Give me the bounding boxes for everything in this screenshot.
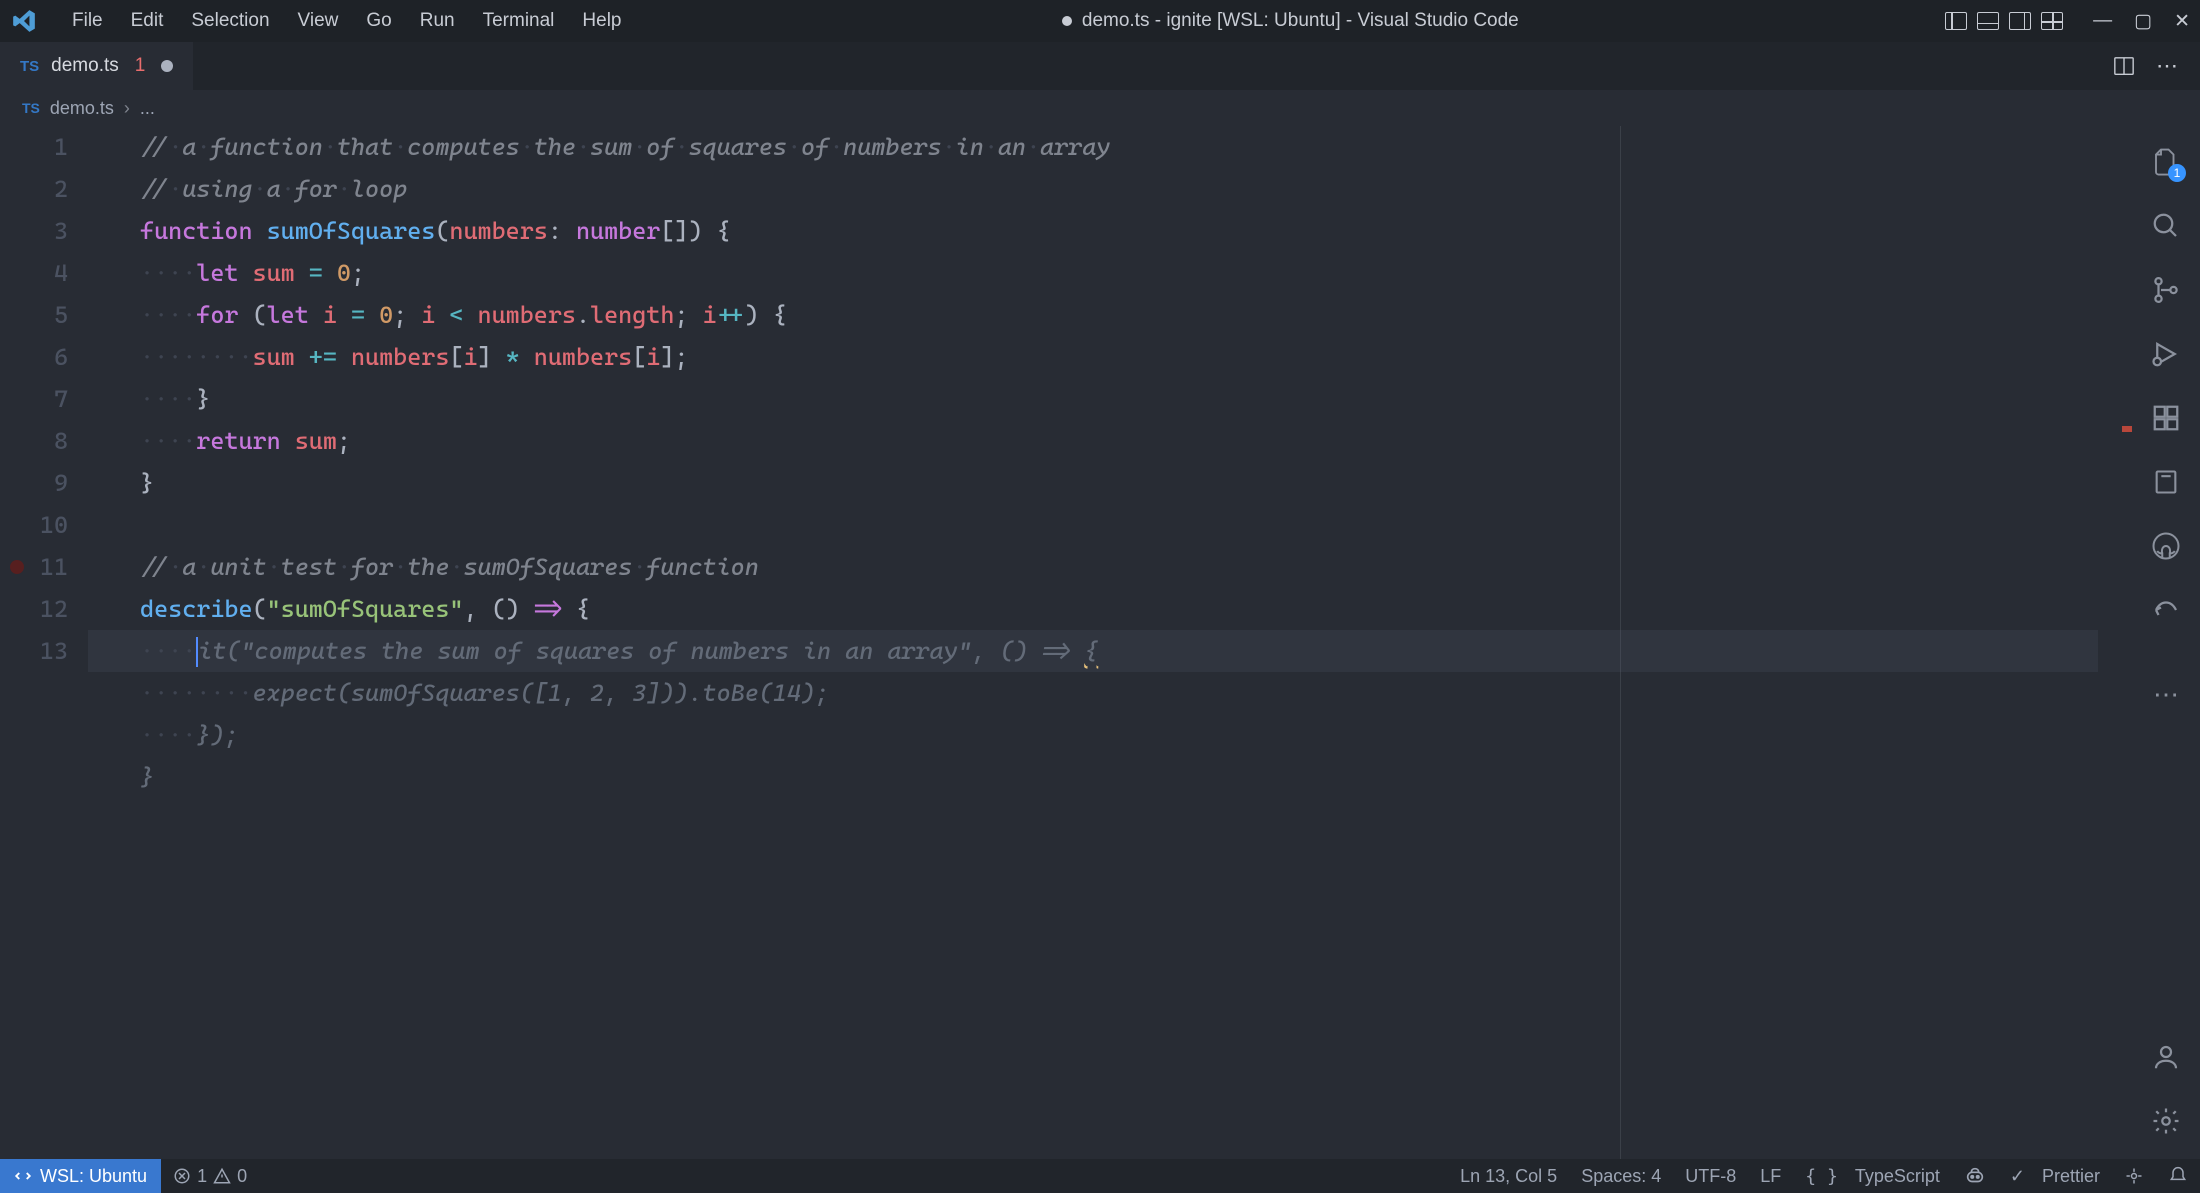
warning-count: 0 [237,1166,247,1187]
source-control-icon[interactable] [2148,272,2184,308]
error-count: 1 [197,1166,207,1187]
code-line-2[interactable]: //·using·a·for·loop [140,168,2072,210]
code-line-9[interactable]: } [140,462,2072,504]
indentation[interactable]: Spaces: 4 [1569,1166,1673,1187]
window-controls: — ▢ ✕ [2093,10,2190,33]
status-bar: WSL: Ubuntu 1 0 Ln 13, Col 5 Spaces: 4 U… [0,1159,2200,1193]
remote-explorer-icon[interactable] [2148,464,2184,500]
code-line-7[interactable]: ····} [140,378,2072,420]
minimize-icon[interactable]: — [2093,10,2112,32]
code-line-11[interactable]: //·a·unit·test·for·the·sumOfSquares·func… [140,546,2072,588]
code-line-8[interactable]: ····return sum; [140,420,2072,462]
editor-group: 12345678910111213 //·a·function·that·com… [0,126,2200,1159]
code-line-3[interactable]: function sumOfSquares(numbers: number[])… [140,210,2072,252]
code-line-10[interactable] [140,504,2072,546]
explorer-icon[interactable] [2148,144,2184,180]
menu-selection[interactable]: Selection [177,4,283,38]
breadcrumb-rest: ... [140,98,155,119]
maximize-icon[interactable]: ▢ [2134,10,2152,33]
eol[interactable]: LF [1748,1166,1793,1187]
remote-name: WSL: Ubuntu [40,1166,147,1187]
github-icon[interactable] [2148,528,2184,564]
accounts-icon[interactable] [2148,1039,2184,1075]
line-number-gutter[interactable]: 12345678910111213 [0,126,88,672]
chevron-right-icon: › [124,98,130,119]
code-line-5[interactable]: ····for (let i = 0; i < numbers.length; … [140,294,2072,336]
tab-problem-count: 1 [131,55,150,77]
problems-indicator[interactable]: 1 0 [161,1166,259,1187]
code-line-1[interactable]: //·a·function·that·computes·the·sum·of·s… [140,126,2072,168]
split-editor-icon[interactable] [2112,55,2136,77]
minimap-error-marker [2122,426,2132,432]
ghost-line: } [140,756,2072,798]
more-actions-icon[interactable]: ⋯ [2156,53,2178,79]
dirty-dot-icon [161,60,173,72]
remote-indicator[interactable]: WSL: Ubuntu [0,1159,161,1193]
dirty-indicator-icon [1062,16,1072,26]
live-share-icon[interactable] [2148,592,2184,628]
language-mode[interactable]: { } TypeScript [1793,1166,1952,1187]
menu-edit[interactable]: Edit [117,4,178,38]
overflow-icon[interactable]: ⋯ [2148,676,2184,712]
toggle-panel-icon[interactable] [1977,12,1999,30]
code-content[interactable]: //·a·function·that·computes·the·sum·of·s… [140,126,2072,798]
feedback-icon[interactable] [2112,1166,2156,1186]
typescript-file-icon: TS [22,100,40,116]
vscode-logo-icon [10,7,38,35]
close-icon[interactable]: ✕ [2174,10,2190,33]
menu-run[interactable]: Run [406,4,469,38]
tab-filename: demo.ts [51,55,119,77]
toggle-secondary-sidebar-icon[interactable] [2009,12,2031,30]
window-title-text: demo.ts - ignite [WSL: Ubuntu] - Visual … [1082,10,1519,32]
menu-file[interactable]: File [58,4,117,38]
activity-bar: ⋯ [2132,126,2200,1159]
run-debug-icon[interactable] [2148,336,2184,372]
main-menu: FileEditSelectionViewGoRunTerminalHelp [58,4,636,38]
customize-layout-icon[interactable] [2041,12,2063,30]
encoding[interactable]: UTF-8 [1673,1166,1748,1187]
ghost-line: ····}); [140,714,2072,756]
window-title: demo.ts - ignite [WSL: Ubuntu] - Visual … [636,10,1946,32]
editor[interactable]: 12345678910111213 //·a·function·that·com… [0,126,2132,1159]
typescript-file-icon: TS [20,58,39,75]
extensions-icon[interactable] [2148,400,2184,436]
breadcrumb-filename: demo.ts [50,98,114,119]
title-bar: FileEditSelectionViewGoRunTerminalHelp d… [0,0,2200,42]
ghost-line: ········expect(sumOfSquares([1, 2, 3])).… [140,672,2072,714]
cursor-position[interactable]: Ln 13, Col 5 [1448,1166,1569,1187]
code-line-6[interactable]: ········sum += numbers[i] * numbers[i]; [140,336,2072,378]
layout-controls [1945,12,2063,30]
notifications-icon[interactable] [2156,1166,2200,1186]
code-line-12[interactable]: describe("sumOfSquares", () => { [140,588,2072,630]
search-icon[interactable] [2148,208,2184,244]
tab-bar: TS demo.ts 1 ⋯ [0,42,2200,90]
menu-view[interactable]: View [284,4,353,38]
code-line-4[interactable]: ····let sum = 0; [140,252,2072,294]
menu-help[interactable]: Help [568,4,635,38]
minimap[interactable] [2098,126,2132,1159]
copilot-status-icon[interactable] [1952,1165,1998,1187]
formatter[interactable]: ✓ Prettier [1998,1166,2112,1187]
menu-go[interactable]: Go [352,4,405,38]
menu-terminal[interactable]: Terminal [469,4,569,38]
breadcrumb[interactable]: TS demo.ts › ... [0,90,2200,126]
tab-demo-ts[interactable]: TS demo.ts 1 [0,42,193,90]
toggle-primary-sidebar-icon[interactable] [1945,12,1967,30]
code-line-13[interactable]: ····it("computes the sum of squares of n… [140,630,2072,672]
settings-gear-icon[interactable] [2148,1103,2184,1139]
